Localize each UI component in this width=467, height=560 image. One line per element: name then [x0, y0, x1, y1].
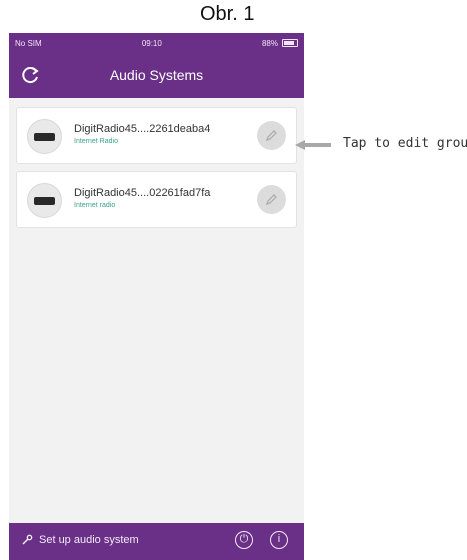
- bottom-toolbar: Set up audio system ⏻ i: [9, 523, 304, 560]
- header-bar: Audio Systems: [9, 53, 304, 98]
- device-card[interactable]: DigitRadio45....2261deaba4 Internet Radi…: [16, 107, 297, 164]
- radio-device-icon: [27, 183, 62, 218]
- info-icon[interactable]: i: [270, 531, 288, 549]
- battery-percent: 88%: [261, 38, 278, 48]
- device-name: DigitRadio45....02261fad7fa: [74, 187, 211, 199]
- arrow-icon: [295, 140, 331, 150]
- carrier-label: No SIM: [15, 38, 42, 48]
- phone-screen: No SIM 09:10 88% Audio Systems DigitRadi…: [9, 33, 304, 560]
- edit-group-button[interactable]: [257, 121, 286, 150]
- status-bar: No SIM 09:10 88%: [9, 33, 304, 53]
- battery-icon: [282, 39, 298, 47]
- power-icon[interactable]: ⏻: [235, 531, 253, 549]
- setup-label: Set up audio system: [39, 534, 139, 546]
- setup-audio-system-button[interactable]: Set up audio system: [21, 534, 139, 546]
- device-subtitle: Internet Radio: [74, 138, 118, 145]
- edit-group-annotation: Tap to edit group: [343, 136, 467, 151]
- edit-group-button[interactable]: [257, 185, 286, 214]
- device-list: DigitRadio45....2261deaba4 Internet Radi…: [16, 107, 297, 235]
- page-title: Audio Systems: [109, 67, 204, 83]
- wrench-icon: [22, 534, 33, 545]
- battery-status: 88%: [262, 39, 298, 48]
- radio-device-icon: [27, 119, 62, 154]
- device-subtitle: Internet radio: [74, 202, 116, 209]
- pencil-icon: [266, 194, 277, 205]
- pencil-icon: [266, 130, 277, 141]
- status-time: 09:10: [141, 38, 162, 48]
- device-card[interactable]: DigitRadio45....02261fad7fa Internet rad…: [16, 171, 297, 228]
- device-name: DigitRadio45....2261deaba4: [74, 123, 211, 135]
- figure-caption: Obr. 1: [200, 3, 255, 25]
